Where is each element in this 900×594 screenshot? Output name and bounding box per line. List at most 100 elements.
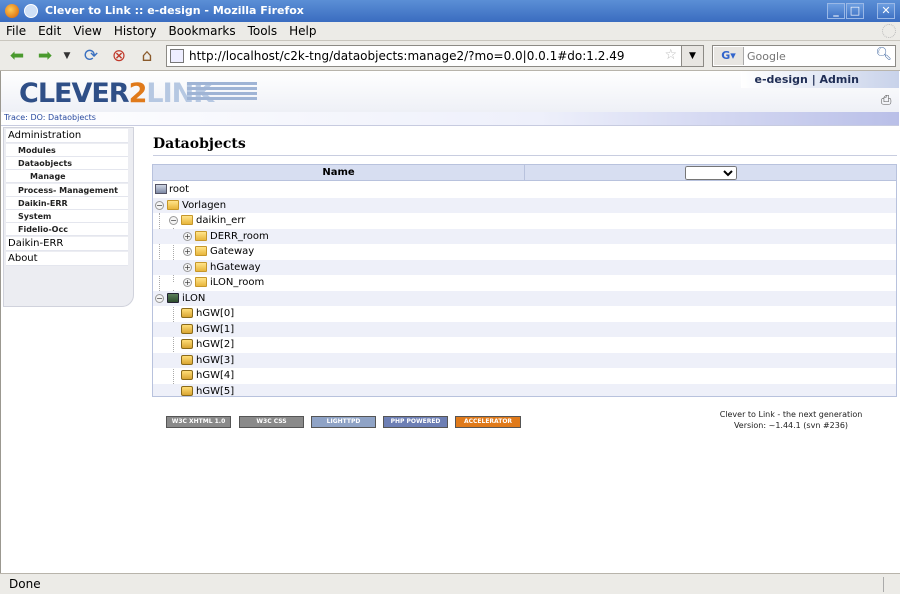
trace-link[interactable]: Trace: DO: Dataobjects [4, 113, 96, 122]
sidebar-item-fidelio-occ[interactable]: Fidelio-Occ [6, 223, 128, 236]
window-menu-icon[interactable] [24, 4, 38, 18]
column-filter-select[interactable] [685, 166, 737, 180]
hgw-icon [181, 370, 193, 380]
tree-row[interactable]: hGW[4] [153, 368, 896, 384]
logo-lines-decoration [187, 82, 257, 104]
menu-tools[interactable]: Tools [242, 22, 284, 38]
css-badge[interactable]: W3C CSS [239, 416, 304, 428]
expand-toggle-icon[interactable]: + [183, 231, 192, 241]
expand-toggle-icon[interactable]: + [183, 262, 192, 272]
page-content: CLEVER2LINK e-design | Admin ⎙ Trace: DO… [0, 71, 900, 573]
sidebar-item-modules[interactable]: Modules [6, 144, 128, 157]
tree-label[interactable]: iLON_room [210, 275, 264, 290]
forward-arrow-icon[interactable]: ➡ [34, 46, 56, 66]
tree-row[interactable]: hGW[5] [153, 383, 896, 397]
sidebar-item-daikin-err[interactable]: Daikin-ERR [6, 237, 128, 251]
root-icon [155, 184, 167, 194]
reload-icon[interactable]: ⟳ [80, 46, 102, 66]
menu-edit[interactable]: Edit [32, 22, 67, 38]
tree-label[interactable]: hGW[1] [196, 322, 234, 337]
collapse-toggle-icon[interactable]: − [169, 216, 178, 225]
clever2link-logo[interactable]: CLEVER2LINK [19, 78, 214, 109]
tree-row[interactable]: + DERR_room [153, 228, 896, 244]
dataobjects-tree-grid: Name root − Vorlagen − daikin_err + DERR… [152, 164, 897, 397]
menu-history[interactable]: History [108, 22, 163, 38]
navigation-toolbar: ⬅ ➡ ▼ ⟳ ⊗ ⌂ http://localhost/c2k-tng/dat… [0, 41, 900, 71]
tree-label[interactable]: hGateway [210, 260, 261, 275]
collapse-toggle-icon[interactable]: − [155, 293, 164, 303]
tree-label[interactable]: hGW[5] [196, 384, 234, 397]
status-bar: Done [0, 573, 900, 594]
tree-row[interactable]: − Vorlagen [153, 197, 896, 213]
tree-label[interactable]: root [169, 182, 189, 197]
sidebar-item-administration[interactable]: Administration [6, 129, 128, 143]
sidebar-item-process-management[interactable]: Process- Management [6, 184, 128, 197]
back-arrow-icon[interactable]: ⬅ [6, 46, 28, 66]
firefox-icon[interactable] [5, 4, 19, 18]
url-bar[interactable]: http://localhost/c2k-tng/dataobjects:man… [166, 45, 704, 67]
tree-label[interactable]: daikin_err [196, 213, 245, 228]
tree-row[interactable]: hGW[0] [153, 306, 896, 322]
menu-file[interactable]: File [0, 22, 32, 38]
bookmark-star-icon[interactable]: ☆ [664, 47, 677, 63]
maximize-button[interactable]: □ [846, 3, 864, 19]
tree-label[interactable]: hGW[0] [196, 306, 234, 321]
sidebar-item-system[interactable]: System [6, 210, 128, 223]
search-icon[interactable]: 🔍︎ [875, 47, 892, 62]
footer-info: Clever to Link - the next generation Ver… [691, 409, 891, 431]
tree-row[interactable]: − iLON [153, 290, 896, 306]
search-bar[interactable]: G▾ 🔍︎ [712, 45, 896, 67]
hgw-icon [181, 385, 193, 396]
footer-tagline: Clever to Link - the next generation [719, 410, 863, 419]
tree-row[interactable]: hGW[2] [153, 337, 896, 353]
tree-label[interactable]: hGW[2] [196, 337, 234, 352]
tree-row[interactable]: root [153, 182, 896, 198]
tree-row[interactable]: hGW[3] [153, 352, 896, 368]
hgw-icon [181, 339, 193, 349]
name-column-header[interactable]: Name [153, 165, 525, 181]
close-button[interactable]: ✕ [877, 3, 895, 19]
tree-label[interactable]: Gateway [210, 244, 254, 259]
tree-label[interactable]: hGW[3] [196, 353, 234, 368]
site-identity-icon[interactable] [170, 49, 184, 63]
sidebar-item-manage[interactable]: Manage [6, 170, 128, 183]
window-title: Clever to Link :: e-design - Mozilla Fir… [45, 4, 304, 17]
accelerator-badge[interactable]: ACCELERATOR [455, 416, 521, 428]
tree-row[interactable]: + hGateway [153, 259, 896, 275]
tree-label[interactable]: DERR_room [210, 229, 269, 244]
tree-label[interactable]: iLON [182, 291, 205, 306]
folder-open-icon [181, 215, 193, 225]
menu-bookmarks[interactable]: Bookmarks [163, 22, 242, 38]
tree-row[interactable]: + Gateway [153, 244, 896, 260]
search-input[interactable] [747, 48, 875, 64]
hgw-icon [181, 354, 193, 365]
menu-view[interactable]: View [67, 22, 107, 38]
collapse-toggle-icon[interactable]: − [155, 200, 164, 210]
tree-label[interactable]: Vorlagen [182, 198, 226, 213]
tree-label[interactable]: hGW[4] [196, 368, 234, 383]
expand-toggle-icon[interactable]: + [183, 247, 192, 256]
history-dropdown-icon[interactable]: ▼ [60, 46, 74, 66]
tree-row[interactable]: + iLON_room [153, 275, 896, 291]
url-dropdown-icon[interactable]: ▼ [681, 46, 703, 66]
home-icon[interactable]: ⌂ [136, 46, 158, 66]
menu-help[interactable]: Help [283, 22, 322, 38]
search-engine-icon[interactable]: G▾ [714, 47, 744, 65]
php-badge[interactable]: PHP POWERED [383, 416, 448, 428]
expand-toggle-icon[interactable]: + [183, 278, 192, 287]
lighttpd-badge[interactable]: LIGHTTPD [311, 416, 376, 428]
device-icon [167, 292, 179, 303]
xhtml-badge[interactable]: W3C XHTML 1.0 [166, 416, 231, 428]
app-header: CLEVER2LINK e-design | Admin ⎙ [1, 71, 899, 112]
sidebar-item-about[interactable]: About [6, 252, 128, 266]
tree-row[interactable]: − daikin_err [153, 213, 896, 229]
sidebar-item-daikin-err-admin[interactable]: Daikin-ERR [6, 197, 128, 210]
minimize-button[interactable]: _ [827, 3, 845, 19]
stop-icon[interactable]: ⊗ [108, 46, 130, 66]
sidebar-item-dataobjects[interactable]: Dataobjects [6, 157, 128, 170]
tree-row[interactable]: hGW[1] [153, 321, 896, 337]
url-text[interactable]: http://localhost/c2k-tng/dataobjects:man… [189, 49, 624, 63]
resize-grip-icon[interactable] [883, 577, 898, 592]
print-icon[interactable]: ⎙ [881, 93, 891, 108]
folder-icon [195, 230, 207, 241]
